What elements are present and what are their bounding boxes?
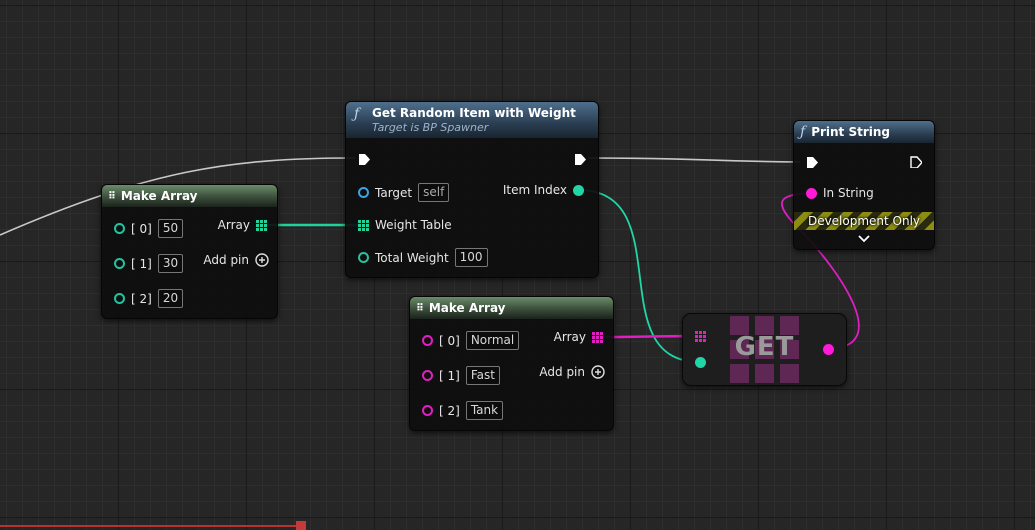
add-pin-button[interactable]: Add pin [539,365,605,379]
pin-label: [ 1] [439,368,460,383]
item-index-output-row: Item Index [503,183,584,197]
output-label: Array [553,330,586,344]
weight-table-pin-row: Weight Table [358,218,452,232]
development-only-banner: Development Only [794,212,934,230]
in-string-pin-row: In String [806,186,874,200]
exec-input-pin[interactable] [358,153,370,165]
array-input-pin[interactable] [358,219,369,231]
array-output-pin[interactable] [256,219,267,231]
add-circle-icon [591,365,605,379]
array-input-pin-row: [ 2] Tank [422,401,504,420]
add-pin-button[interactable]: Add pin [203,253,269,267]
pin-label: [ 0] [439,333,460,348]
array-input-pin-row: [ 1] 30 [114,254,184,273]
array-input-pin[interactable] [695,331,706,342]
print-string-node[interactable]: ƒ Print String In String Development Onl… [793,120,935,250]
total-weight-field[interactable]: 100 [454,248,488,267]
pin-label: Total Weight [375,250,449,265]
make-array-node-weights[interactable]: ⠿ Make Array [ 0] 50 [ 1] 30 [ 2] 20 Arr… [101,184,278,319]
integer-value-field[interactable]: 30 [157,254,184,273]
integer-value-field[interactable]: 50 [157,219,184,238]
array-output-row: Array [554,330,603,344]
pin-label: [ 1] [131,256,152,271]
get-random-item-node[interactable]: ƒ Get Random Item with Weight Target is … [345,101,599,278]
pin-label: [ 2] [439,403,460,418]
exec-wire-to-print[interactable] [587,157,801,163]
exec-output-pin[interactable] [574,153,586,165]
exec-output-row [574,153,586,165]
node-title: Make Array [428,301,506,315]
pin-label: Target [375,185,413,200]
pin-label: Item Index [502,183,567,197]
output-label: Array [217,218,250,232]
pin-label: [ 2] [131,291,152,306]
pin-label: In String [823,186,874,200]
integer-input-pin[interactable] [114,293,125,304]
add-pin-label: Add pin [539,365,585,379]
array-output-pin[interactable] [592,331,603,343]
string-value-field[interactable]: Normal [465,331,520,350]
integer-input-pin[interactable] [358,252,369,263]
string-input-pin[interactable] [422,370,433,381]
item-output-pin[interactable] [823,344,834,355]
string-value-field[interactable]: Fast [465,366,500,385]
target-value-field[interactable]: self [418,183,450,202]
node-subtitle: Target is BP Spawner [372,121,489,134]
exec-input-pin[interactable] [806,156,818,168]
array-input-pin-row: [ 1] Fast [422,366,500,385]
array-get-node[interactable]: GET [682,313,847,386]
make-array-header[interactable]: ⠿ Make Array [102,185,277,207]
pin-label: Weight Table [375,218,452,232]
array-output-row: Array [218,218,267,232]
node-title: Print String [811,125,891,139]
array-grid-icon: ⠿ [416,302,424,314]
string-value-field[interactable]: Tank [465,401,504,420]
index-input-pin[interactable] [695,357,706,368]
string-input-pin[interactable] [422,335,433,346]
expand-advanced-button[interactable] [794,232,934,246]
add-pin-label: Add pin [203,253,249,267]
get-node-label: GET [734,332,795,362]
exec-input-row [806,156,818,168]
node-title: Get Random Item with Weight [372,106,576,120]
add-circle-icon [255,253,269,267]
function-icon: ƒ [800,124,806,140]
exec-output-row [910,156,922,168]
integer-input-pin[interactable] [114,258,125,269]
pin-label: [ 0] [131,221,152,236]
integer-value-field[interactable]: 20 [157,289,184,308]
make-array-header[interactable]: ⠿ Make Array [410,297,613,319]
array-input-pin-row: [ 0] Normal [422,331,520,350]
exec-output-pin[interactable] [910,156,922,168]
exec-input-row [358,153,370,165]
string-input-pin[interactable] [422,405,433,416]
banner-label: Development Only [807,214,921,228]
array-input-pin-row: [ 0] 50 [114,219,184,238]
array-grid-icon: ⠿ [108,190,116,202]
chevron-down-icon [858,235,870,243]
function-icon: ƒ [354,106,360,122]
target-pin-row: Target self [358,183,450,202]
total-weight-pin-row: Total Weight 100 [358,248,488,267]
make-array-node-names[interactable]: ⠿ Make Array [ 0] Normal [ 1] Fast [ 2] … [409,296,614,431]
function-header[interactable]: ƒ Print String [794,121,934,143]
object-input-pin[interactable] [358,187,369,198]
array-input-pin-row: [ 2] 20 [114,289,184,308]
integer-input-pin[interactable] [114,223,125,234]
function-header[interactable]: ƒ Get Random Item with Weight Target is … [346,102,598,138]
comment-border-handle[interactable] [296,521,306,530]
string-input-pin[interactable] [806,187,817,199]
node-title: Make Array [120,189,198,203]
integer-output-pin[interactable] [573,184,584,196]
